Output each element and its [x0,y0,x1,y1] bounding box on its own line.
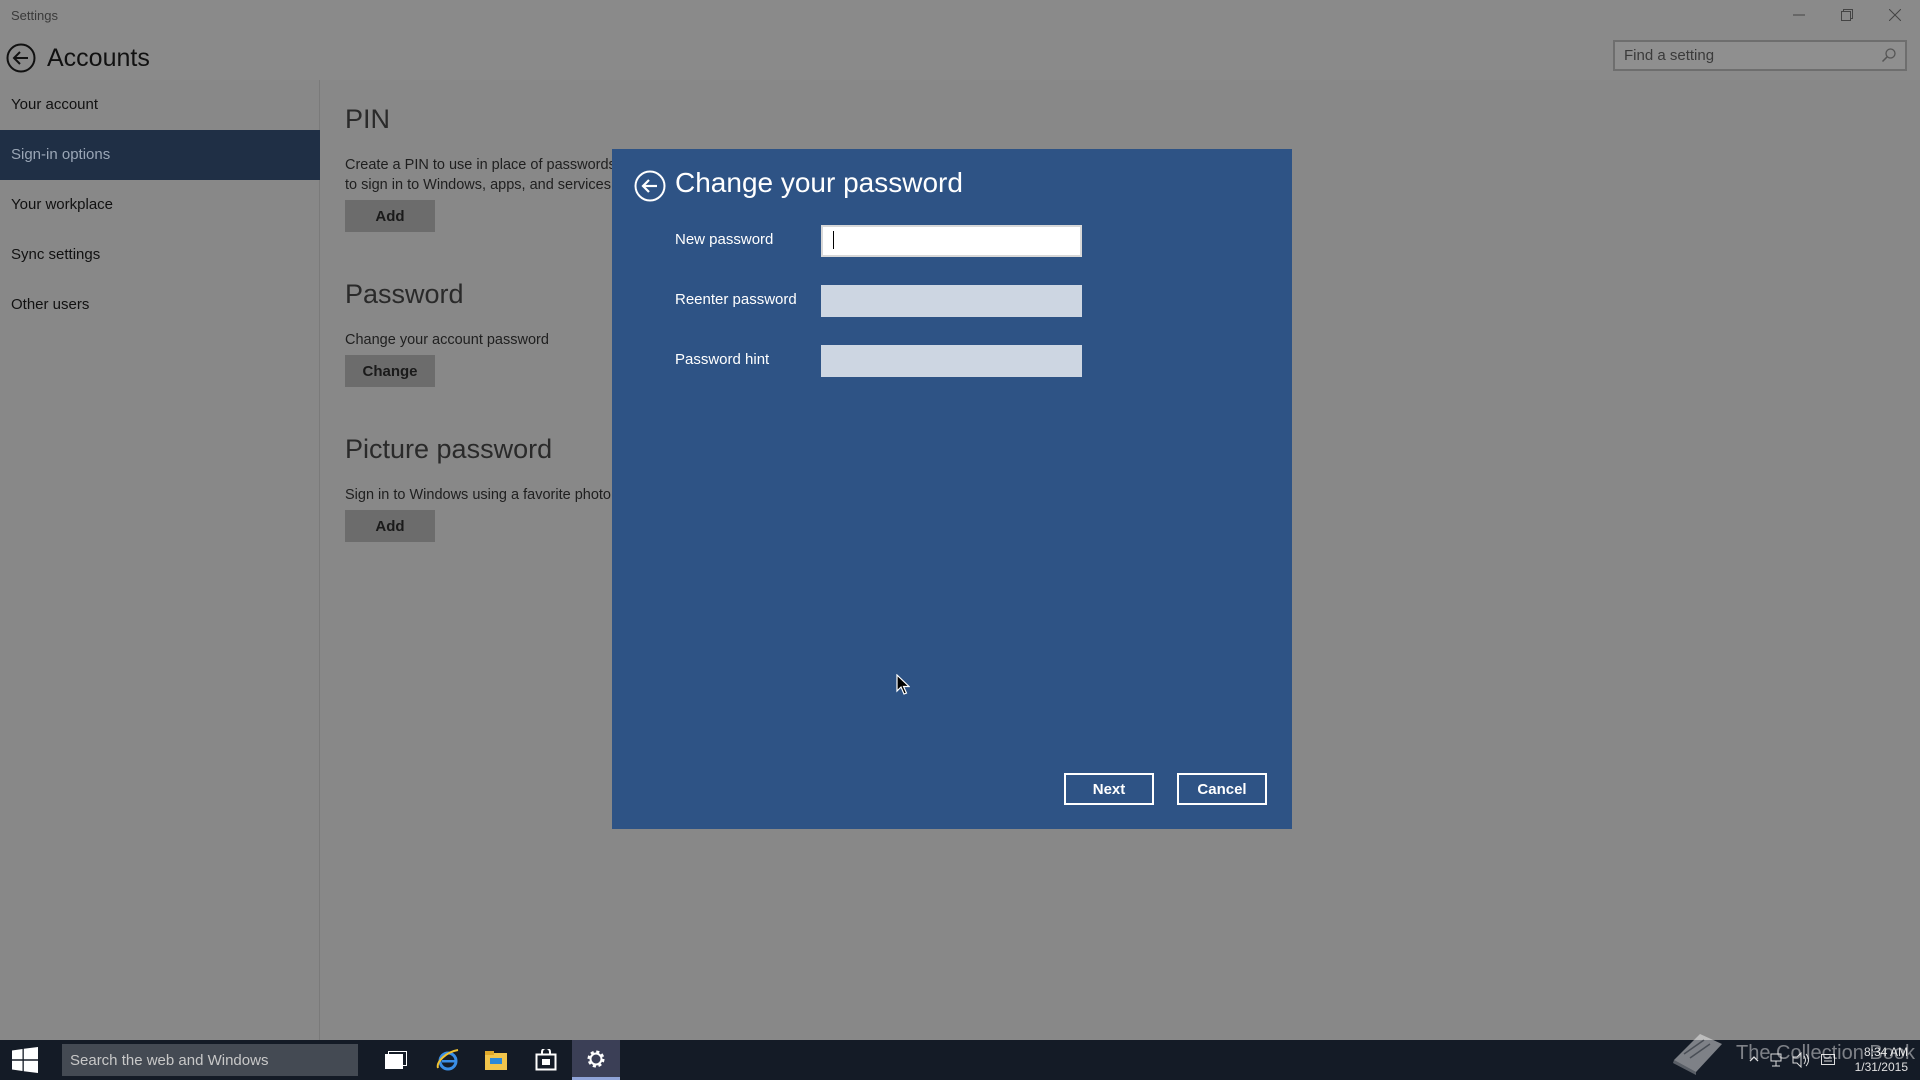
internet-explorer-icon [436,1049,459,1071]
gear-icon [587,1050,605,1067]
dialog-back-arrow-icon[interactable] [634,170,666,202]
internet-explorer-button[interactable] [424,1040,472,1080]
back-arrow-icon[interactable] [6,43,36,73]
settings-taskbar-button[interactable] [572,1040,620,1080]
sidebar-item-other-users[interactable]: Other users [0,280,320,330]
book-icon [1673,1034,1722,1075]
store-button[interactable] [522,1040,570,1080]
password-section-title: Password [345,279,464,309]
windows-logo-icon [12,1047,38,1073]
picture-password-section-title: Picture password [345,434,553,464]
start-button[interactable] [0,1040,50,1080]
cancel-button[interactable]: Cancel [1177,773,1267,805]
password-hint-input[interactable] [821,345,1082,377]
new-password-label: New password [675,231,774,248]
store-bag-icon [535,1049,557,1071]
password-hint-label: Password hint [675,351,770,368]
taskbar-search-box [62,1044,358,1076]
watermark: The Collection Book [1670,1030,1915,1076]
restore-button[interactable] [1824,0,1870,30]
find-setting-input[interactable] [1615,42,1865,69]
sidebar-item-sync-settings[interactable]: Sync settings [0,230,320,280]
close-button[interactable] [1872,0,1918,30]
dialog-title: Change your password [675,167,963,198]
sidebar-item-your-account[interactable]: Your account [0,80,320,130]
reenter-password-input[interactable] [821,285,1082,317]
taskbar: 8:34 AM 1/31/2015 [0,1040,1920,1080]
picture-password-description: Sign in to Windows using a favorite phot… [345,487,611,503]
app-name: Settings [11,8,58,23]
minimize-button[interactable] [1776,0,1822,30]
file-explorer-folder-icon [485,1051,507,1070]
pin-description-line1: Create a PIN to use in place of password… [345,157,620,173]
sidebar-item-your-workplace[interactable]: Your workplace [0,180,320,230]
task-view-icon [385,1051,407,1069]
sidebar: Your account Sign-in options Your workpl… [0,80,320,1040]
password-description: Change your account password [345,332,549,348]
restore-icon [1841,9,1853,21]
text-caret [833,231,834,249]
search-icon[interactable] [1881,47,1897,63]
next-button[interactable]: Next [1064,773,1154,805]
close-icon [1889,9,1901,21]
find-setting-box [1613,40,1907,71]
file-explorer-button[interactable] [472,1040,520,1080]
task-view-button[interactable] [372,1040,420,1080]
mouse-cursor-icon [896,674,910,695]
pin-description-line2: to sign in to Windows, apps, and service… [345,177,615,193]
title-bar: Settings [0,0,1920,30]
taskbar-search-input[interactable] [62,1044,358,1076]
sidebar-item-sign-in-options[interactable]: Sign-in options [0,130,320,180]
pin-add-button[interactable]: Add [345,200,435,232]
watermark-text: The Collection Book [1736,1041,1915,1064]
picture-password-add-button[interactable]: Add [345,510,435,542]
reenter-password-label: Reenter password [675,291,797,308]
password-change-button[interactable]: Change [345,355,435,387]
change-password-dialog: Change your password New password Reente… [612,149,1292,829]
minimize-icon [1793,14,1805,16]
new-password-input[interactable] [821,225,1082,257]
pin-section-title: PIN [345,104,391,134]
page-title: Accounts [47,44,150,72]
